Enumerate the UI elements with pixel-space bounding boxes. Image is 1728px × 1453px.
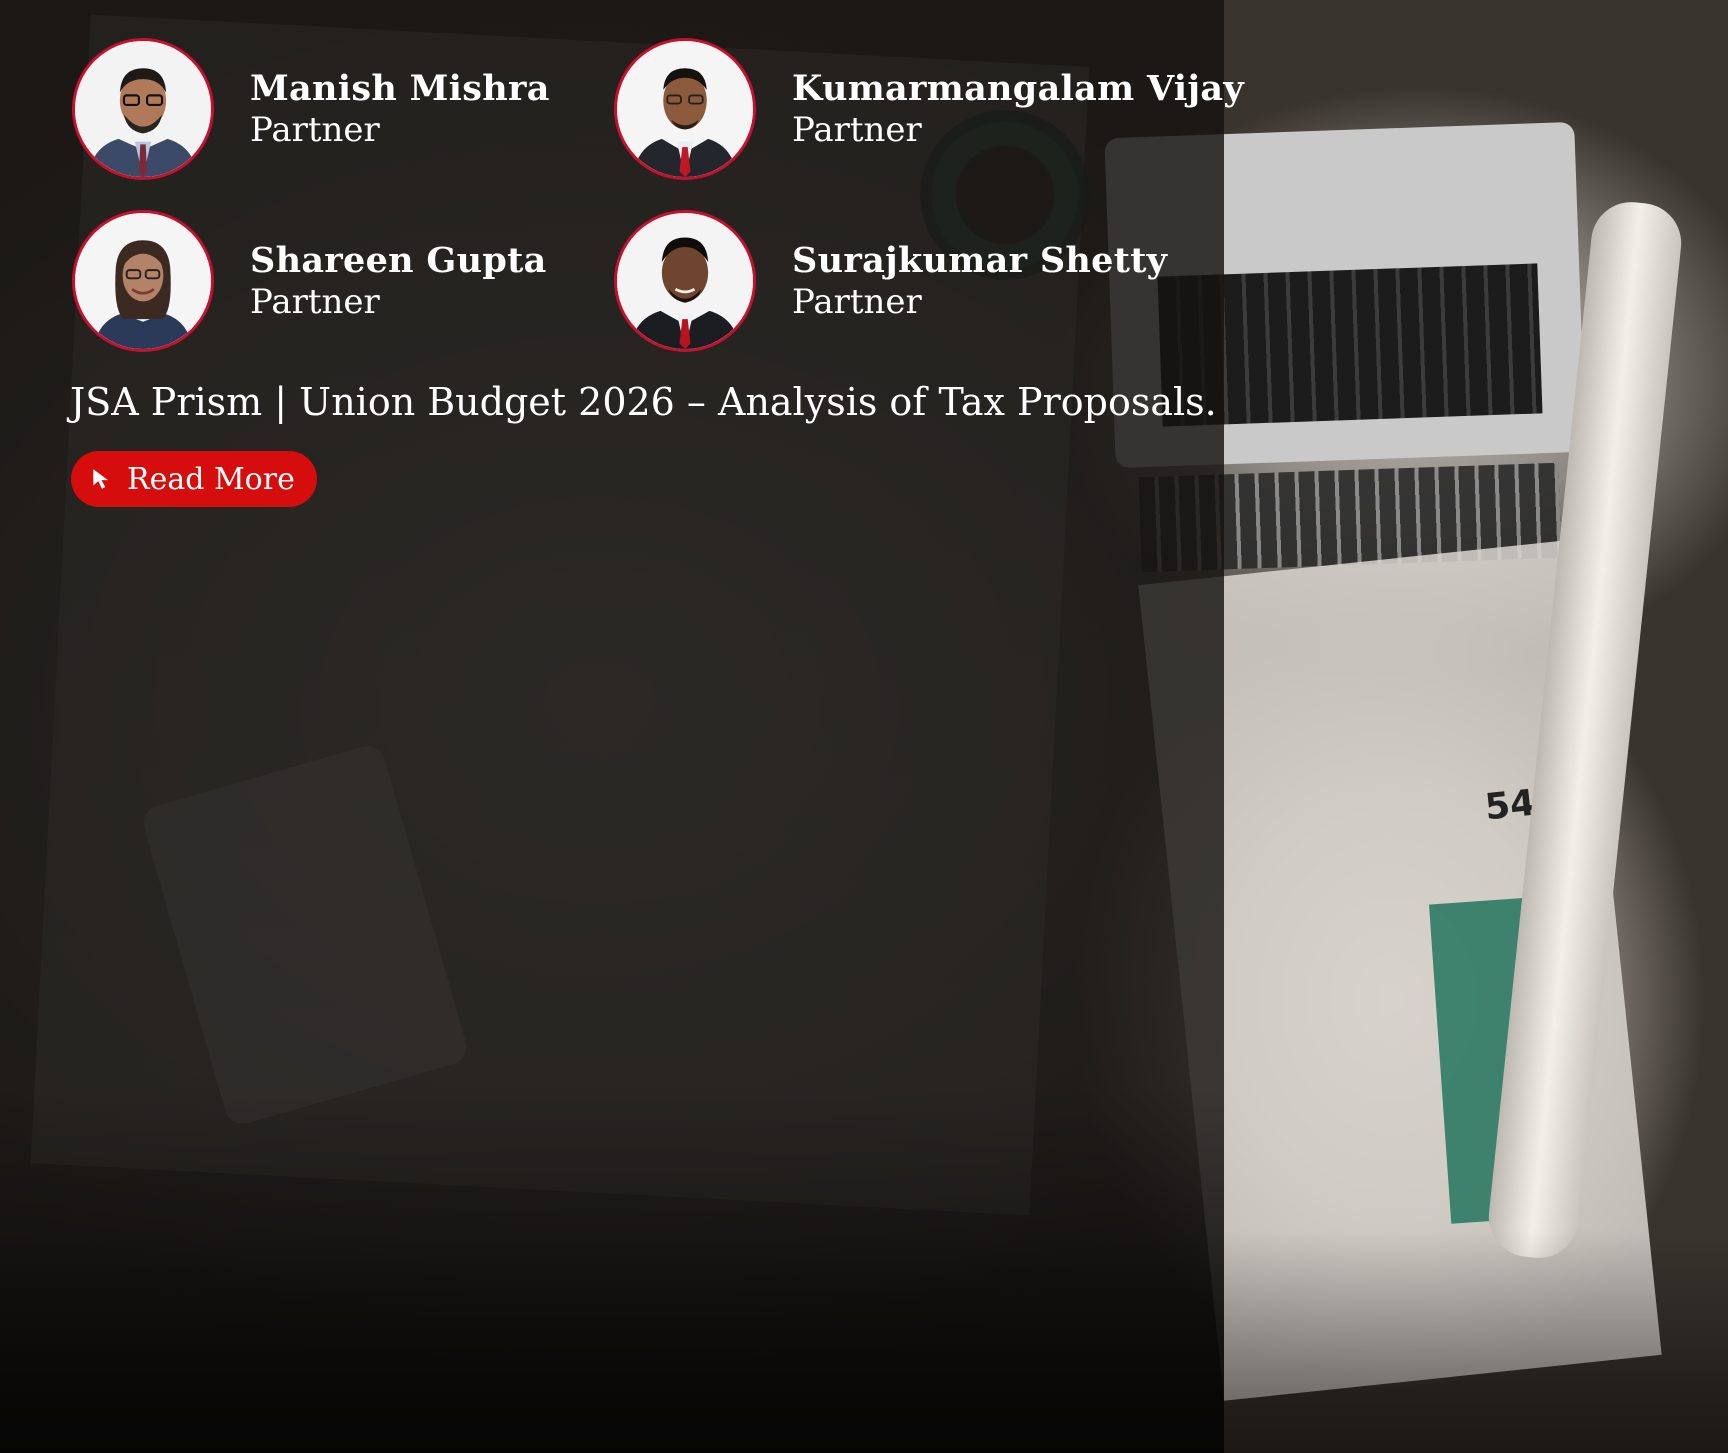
read-more-label: Read More [127, 461, 295, 497]
article-title[interactable]: JSA Prism | Union Budget 2026 – Analysis… [70, 380, 1217, 424]
author-card[interactable]: Surajkumar Shetty Partner [614, 210, 1167, 352]
author-role: Partner [250, 281, 380, 322]
background-page-number: 54 [1482, 782, 1538, 829]
hero-banner: 54 Manish Mishra Partner Kumarmangalam V… [0, 0, 1728, 1453]
author-card[interactable]: Manish Mishra Partner [72, 38, 550, 180]
person-portrait-icon [614, 210, 756, 352]
author-role: Partner [792, 281, 922, 322]
read-more-button[interactable]: Read More [71, 451, 317, 507]
author-card[interactable]: Shareen Gupta Partner [72, 210, 547, 352]
author-role: Partner [792, 109, 922, 150]
author-role: Partner [250, 109, 380, 150]
author-name[interactable]: Manish Mishra [250, 68, 550, 110]
bottom-shade [0, 1230, 1728, 1453]
person-portrait-icon [72, 38, 214, 180]
author-name[interactable]: Kumarmangalam Vijay [792, 68, 1244, 110]
person-portrait-icon [614, 38, 756, 180]
author-name[interactable]: Shareen Gupta [250, 240, 547, 282]
cursor-arrow-icon [93, 469, 108, 489]
person-portrait-icon [72, 210, 214, 352]
author-name[interactable]: Surajkumar Shetty [792, 240, 1167, 282]
author-card[interactable]: Kumarmangalam Vijay Partner [614, 38, 1244, 180]
